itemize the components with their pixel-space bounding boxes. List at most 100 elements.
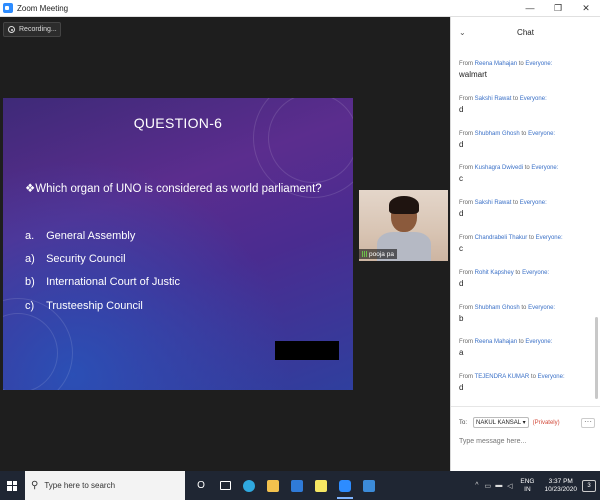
participant-hair	[389, 196, 419, 214]
to-label: to	[513, 200, 519, 207]
option-letter: c)	[25, 300, 35, 312]
sender-name[interactable]: Reena Mahajan	[475, 61, 517, 67]
to-label: to	[528, 234, 534, 241]
option-item: c) Trusteeship Council	[25, 300, 143, 312]
message-text: a	[459, 348, 464, 358]
network-icon[interactable]: ▭	[482, 482, 493, 490]
recipient-name: Everyone:	[519, 200, 547, 207]
taskbar-search[interactable]: ⚲ Type here to search	[25, 471, 185, 500]
sender-name[interactable]: Reena Mahajan	[475, 339, 517, 345]
language-indicator[interactable]: ENG IN	[520, 478, 534, 494]
chat-message: From Shubham Ghosh to Everyone: d	[459, 130, 585, 165]
to-label: to	[524, 165, 530, 172]
recipient-name: Everyone:	[535, 234, 563, 241]
signal-bars-icon	[362, 251, 367, 257]
chat-message: From Rohit Kapshey to Everyone: d	[459, 269, 585, 304]
sender-name[interactable]: Shubham Ghosh	[475, 131, 520, 137]
to-label: To:	[459, 419, 468, 426]
task-view-button[interactable]	[213, 471, 237, 500]
chat-panel: ⌄ Chat From Reena Mahajan to Everyone: w…	[450, 17, 600, 471]
start-button[interactable]	[0, 471, 24, 500]
file-explorer-button[interactable]	[261, 471, 285, 500]
option-text: International Court of Justic	[46, 276, 180, 288]
participant-name: pooja pa	[369, 250, 394, 258]
sticky-notes-button[interactable]	[309, 471, 333, 500]
participant-video[interactable]: pooja pa	[359, 190, 448, 261]
window-controls: — ❐ ✕	[516, 0, 600, 17]
search-icon: ⚲	[31, 480, 39, 491]
battery-icon[interactable]: ▬	[493, 482, 504, 489]
chat-scrollbar[interactable]	[595, 317, 598, 399]
message-text: d	[459, 104, 464, 114]
restore-button[interactable]: ❐	[544, 0, 572, 17]
system-clock[interactable]: 3:37 PM 10/23/2020	[544, 478, 577, 494]
recipient-name: Everyone:	[525, 61, 553, 67]
from-label: From	[459, 61, 473, 67]
tray-overflow-icon[interactable]: ^	[471, 482, 482, 489]
sender-name[interactable]: TEJENDRA KUMAR	[475, 374, 530, 380]
to-label: to	[530, 374, 536, 381]
from-label: From	[459, 269, 473, 276]
option-item: b) International Court of Justic	[25, 276, 180, 288]
option-letter: b)	[25, 276, 35, 288]
window-title: Zoom Meeting	[17, 3, 69, 13]
message-text: d	[459, 139, 464, 149]
sender-name[interactable]: Chandrabeli Thakur	[475, 235, 528, 241]
chat-message: From Sakshi Rawat to Everyone: d	[459, 199, 585, 234]
volume-icon[interactable]: ◁	[504, 482, 515, 490]
close-button[interactable]: ✕	[572, 0, 600, 17]
recording-indicator[interactable]: Recording...	[3, 22, 61, 37]
chat-message: From Reena Mahajan to Everyone: walmart	[459, 60, 585, 95]
region-code: IN	[524, 485, 531, 493]
to-label: to	[513, 95, 519, 102]
from-label: From	[459, 374, 473, 381]
chat-message: From Sakshi Rawat to Everyone: d	[459, 95, 585, 130]
chat-divider	[451, 406, 600, 407]
clock-time: 3:37 PM	[548, 477, 573, 485]
mail-button[interactable]	[285, 471, 309, 500]
minimize-button[interactable]: —	[516, 0, 544, 17]
recipient-name: Everyone:	[525, 339, 553, 346]
sender-name[interactable]: Sakshi Rawat	[475, 96, 512, 102]
to-label: to	[518, 61, 524, 67]
edge-icon	[243, 479, 255, 492]
photos-button[interactable]	[357, 471, 381, 500]
option-text: Security Council	[46, 253, 126, 265]
message-text: d	[459, 209, 464, 219]
system-tray: ^ ▭ ▬ ◁ ENG IN 3:37 PM 10/23/2020 3	[471, 471, 600, 500]
sender-name[interactable]: Kushagra Dwivedi	[475, 165, 523, 171]
to-label: to	[515, 269, 521, 276]
file-explorer-icon	[267, 479, 279, 492]
recipient-name: Everyone:	[528, 304, 556, 311]
message-text: b	[459, 313, 464, 323]
from-label: From	[459, 304, 473, 311]
edge-button[interactable]	[237, 471, 261, 500]
chat-recipient-row: To: NAKUL KANSAL ▾ (Privately) ···	[459, 417, 595, 428]
notification-icon[interactable]: 3	[582, 479, 596, 492]
clock-date: 10/23/2020	[544, 485, 577, 493]
option-letter: a)	[25, 253, 35, 265]
sender-name[interactable]: Sakshi Rawat	[475, 200, 512, 206]
cortana-button[interactable]: O	[189, 471, 213, 500]
language-code: ENG	[520, 477, 535, 485]
chat-message-input[interactable]	[459, 438, 593, 445]
option-item: a. General Assembly	[25, 230, 135, 242]
sender-name[interactable]: Rohit Kapshey	[475, 270, 514, 276]
sender-name[interactable]: Shubham Ghosh	[475, 305, 520, 311]
recipient-name: Everyone:	[522, 269, 550, 276]
photos-icon	[363, 479, 375, 492]
option-text: General Assembly	[46, 230, 136, 242]
mail-icon	[291, 479, 303, 492]
option-text: Trusteeship Council	[46, 300, 143, 312]
task-view-icon	[219, 481, 231, 490]
option-item: a) Security Council	[25, 253, 126, 265]
recipient-dropdown[interactable]: NAKUL KANSAL ▾	[473, 417, 529, 428]
record-icon	[8, 26, 15, 33]
to-label: to	[521, 130, 527, 137]
chat-message: From Kushagra Dwivedi to Everyone: c	[459, 164, 585, 199]
chevron-down-icon[interactable]: ⌄	[459, 28, 466, 37]
from-label: From	[459, 95, 473, 102]
from-label: From	[459, 200, 473, 207]
zoom-button[interactable]	[333, 471, 357, 500]
more-options-button[interactable]: ···	[581, 417, 595, 428]
